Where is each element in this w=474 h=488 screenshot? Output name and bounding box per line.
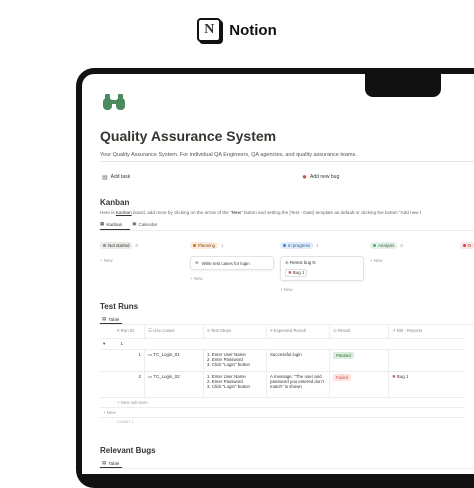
board-icon: ▦ <box>100 221 105 226</box>
status-pill[interactable]: D <box>460 242 474 249</box>
bug-icon: ✹ <box>288 270 292 275</box>
column-header[interactable]: ≡ Test Steps <box>203 326 267 339</box>
add-task-icon: ▤ <box>102 174 108 181</box>
column-header[interactable]: ≡ Expected Result <box>266 326 330 339</box>
relevant-bugs-heading: Relevant Bugs <box>100 446 156 455</box>
binoculars-icon: ⊕ <box>195 260 199 265</box>
status-pill[interactable]: Not started <box>100 242 133 249</box>
kanban-column-in-progress: In progress 1 ⊕ Retest bug N ✹ Bug 1 + Ne… <box>280 234 364 292</box>
new-card-button[interactable]: + New <box>370 258 454 263</box>
page-icon: ▭ <box>148 374 153 379</box>
test-runs-table: # Run ID ☰ Use Cases ≡ Test Steps ≡ Expe… <box>100 326 465 426</box>
table-row[interactable]: 2 ▭ TC_Login_02 1. Enter User Name 2. Ent… <box>100 371 465 398</box>
test-runs-heading: Test Runs <box>100 302 139 311</box>
calendar-icon: ▣ <box>132 221 137 226</box>
bug-icon: ✹ <box>392 374 396 379</box>
status-pill[interactable]: Analysis <box>370 242 398 249</box>
divider <box>100 161 474 162</box>
group-row[interactable]: ▾ 1 <box>100 338 465 350</box>
kanban-column-done: D <box>460 234 474 252</box>
new-card-button[interactable]: + New <box>100 258 184 263</box>
kanban-column-analysis: Analysis 0 + New <box>370 234 454 263</box>
new-subitem-row[interactable]: + New sub-item <box>100 397 465 408</box>
status-badge: Failed <box>333 374 351 381</box>
bug-icon: ✹ <box>302 174 308 181</box>
column-header[interactable]: ↗ DB - Reports <box>388 326 465 339</box>
chevron-down-icon: ▾ <box>103 341 106 346</box>
binoculars-icon <box>103 94 125 110</box>
camera-notch <box>365 70 441 97</box>
divider <box>100 230 474 231</box>
kanban-column-not-started: Not started 0 + New <box>100 234 184 263</box>
table-header-row: # Run ID ☰ Use Cases ≡ Test Steps ≡ Expe… <box>100 326 465 339</box>
status-badge: Passed <box>333 352 354 359</box>
column-header[interactable]: ☰ Use Cases <box>144 326 204 339</box>
divider <box>100 468 474 469</box>
brand-name: Notion <box>229 21 277 39</box>
new-row[interactable]: + New <box>100 407 465 418</box>
column-header[interactable]: ⊙ Result <box>329 326 389 339</box>
divider <box>100 324 474 325</box>
column-header[interactable]: # Run ID <box>114 326 145 339</box>
table-icon: ▤ <box>102 316 107 321</box>
tab-table[interactable]: ▤ Table <box>102 316 119 322</box>
add-task-button[interactable]: ▤ Add task <box>102 171 130 183</box>
binoculars-icon: ⊕ <box>285 260 289 265</box>
tab-kanban[interactable]: ▦ Kanban <box>100 221 122 227</box>
status-pill[interactable]: In progress <box>280 242 313 249</box>
new-card-button[interactable]: + New <box>280 287 364 292</box>
notion-logo-icon: N <box>197 18 222 42</box>
tab-calendar[interactable]: ▣ Calendar <box>132 221 157 227</box>
kanban-column-planning: Planning 1 ⊕ Write test cases for login + … <box>190 234 274 281</box>
table-row[interactable]: 1 ▭ TC_Login_01 1. Enter User Name 2. Ent… <box>100 349 465 372</box>
kanban-card[interactable]: ⊕ Retest bug N ✹ Bug 1 <box>280 256 364 281</box>
kanban-view-tabs: ▦ Kanban ▣ Calendar <box>100 221 157 227</box>
table-icon: ▤ <box>102 460 107 465</box>
page-icon: ▭ <box>148 352 153 357</box>
status-pill[interactable]: Planning <box>190 242 219 249</box>
kanban-description: Here is Kanban board, add more by clicki… <box>100 210 422 215</box>
kanban-card[interactable]: ⊕ Write test cases for login <box>190 256 274 270</box>
kanban-link[interactable]: Kanban <box>116 210 132 215</box>
kanban-heading: Kanban <box>100 198 130 207</box>
brand-header: N Notion <box>0 18 474 42</box>
add-new-bug-button[interactable]: ✹ Add new bug <box>302 171 339 183</box>
page-title: Quality Assurance System <box>100 128 277 144</box>
count-row: COUNT 1 <box>117 420 134 424</box>
notion-page: Quality Assurance System Your Quality As… <box>82 74 474 474</box>
new-card-button[interactable]: + New <box>190 276 274 281</box>
page-description: Your Quality Assurance System. For indiv… <box>100 152 357 158</box>
tab-table[interactable]: ▤ Table <box>102 460 119 466</box>
